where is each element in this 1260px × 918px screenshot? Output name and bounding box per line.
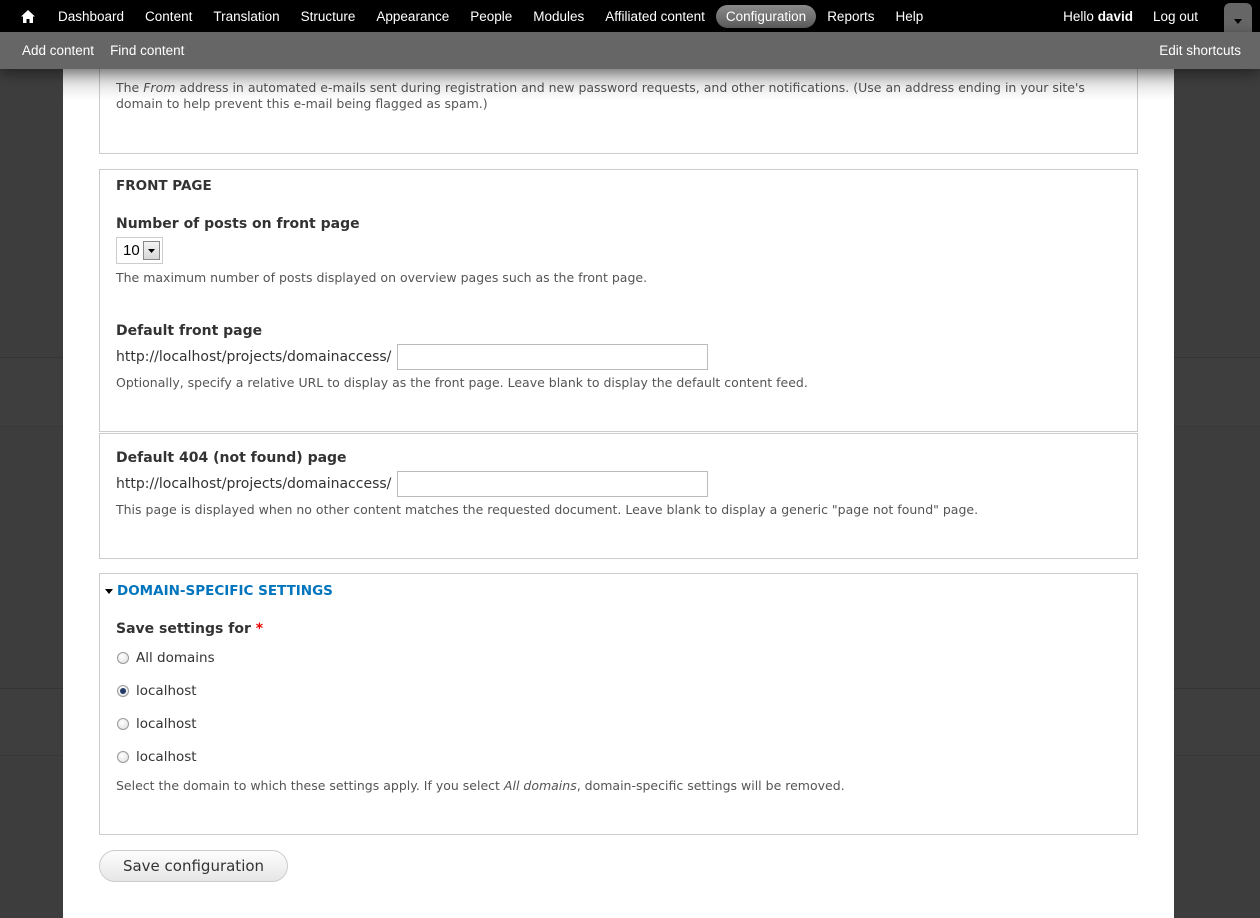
not-found-description: This page is displayed when no other con… xyxy=(116,502,979,517)
toolbar-item-configuration[interactable]: Configuration xyxy=(715,4,817,28)
posts-description: The maximum number of posts displayed on… xyxy=(116,270,648,285)
posts-label: Number of posts on front page xyxy=(116,216,360,232)
toolbar-item-appearance[interactable]: Appearance xyxy=(366,5,459,28)
user-greeting: Hello david xyxy=(1053,5,1143,28)
greeting-text: Hello xyxy=(1063,8,1098,24)
toolbar-item-structure[interactable]: Structure xyxy=(291,5,366,28)
front-page-fieldset: FRONT PAGE Number of posts on front page… xyxy=(99,169,1138,432)
toolbar-item-content[interactable]: Content xyxy=(135,5,202,28)
default-front-label: Default front page xyxy=(116,323,263,339)
url-prefix: http://localhost/projects/domainaccess/ xyxy=(116,476,392,492)
save-configuration-button[interactable]: Save configuration xyxy=(99,850,288,882)
toolbar-item-dashboard[interactable]: Dashboard xyxy=(48,5,134,28)
default-front-description: Optionally, specify a relative URL to di… xyxy=(116,375,808,390)
chevron-down-icon xyxy=(143,241,160,260)
domain-settings-fieldset: DOMAIN-SPECIFIC SETTINGS Save settings f… xyxy=(99,573,1138,835)
username[interactable]: david xyxy=(1098,9,1133,24)
edit-shortcuts-link[interactable]: Edit shortcuts xyxy=(1159,43,1241,58)
toolbar-item-affiliated-content[interactable]: Affiliated content xyxy=(595,5,715,28)
required-marker: * xyxy=(255,621,264,637)
default-front-row: http://localhost/projects/domainaccess/ xyxy=(116,344,709,370)
url-prefix: http://localhost/projects/domainaccess/ xyxy=(116,349,392,365)
shortcuts-toggle-button[interactable] xyxy=(1224,3,1252,35)
not-found-row: http://localhost/projects/domainaccess/ xyxy=(116,471,709,497)
domain-settings-description: Select the domain to which these setting… xyxy=(116,778,845,793)
domain-settings-legend: DOMAIN-SPECIFIC SETTINGS xyxy=(117,583,333,599)
toolbar-item-help[interactable]: Help xyxy=(885,5,933,28)
home-icon[interactable] xyxy=(18,6,38,26)
radio-button[interactable] xyxy=(117,652,129,664)
radio-button[interactable] xyxy=(117,718,129,730)
front-page-legend: FRONT PAGE xyxy=(116,178,212,194)
radio-button[interactable] xyxy=(117,751,129,763)
chevron-down-icon xyxy=(1234,12,1242,27)
radio-button-checked[interactable] xyxy=(117,685,129,697)
radio-option-all-domains[interactable]: All domains xyxy=(117,650,215,666)
radio-option-localhost-1[interactable]: localhost xyxy=(117,683,197,699)
shortcut-add-content[interactable]: Add content xyxy=(14,43,102,58)
logout-link[interactable]: Log out xyxy=(1143,5,1208,28)
posts-select[interactable]: 10 xyxy=(116,237,163,264)
radio-option-localhost-2[interactable]: localhost xyxy=(117,716,197,732)
toolbar-item-modules[interactable]: Modules xyxy=(523,5,594,28)
not-found-label: Default 404 (not found) page xyxy=(116,450,347,466)
not-found-input[interactable] xyxy=(397,471,709,497)
posts-select-value: 10 xyxy=(123,242,140,259)
domain-settings-toggle[interactable]: DOMAIN-SPECIFIC SETTINGS xyxy=(105,583,333,599)
triangle-down-icon xyxy=(105,588,113,594)
radio-option-localhost-3[interactable]: localhost xyxy=(117,749,197,765)
toolbar-item-people[interactable]: People xyxy=(460,5,522,28)
shortcut-find-content[interactable]: Find content xyxy=(102,43,192,58)
admin-toolbar: Dashboard Content Translation Structure … xyxy=(0,0,1260,35)
toolbar-item-reports[interactable]: Reports xyxy=(817,5,884,28)
shortcuts-bar: Add content Find content Edit shortcuts xyxy=(0,32,1260,69)
content-page: The From address in automated e-mails se… xyxy=(63,40,1174,918)
save-for-label: Save settings for * xyxy=(116,621,264,637)
toolbar-item-translation[interactable]: Translation xyxy=(203,5,289,28)
email-description: The From address in automated e-mails se… xyxy=(116,80,1085,111)
error-pages-fieldset: Default 404 (not found) page http://loca… xyxy=(99,433,1138,559)
default-front-input[interactable] xyxy=(397,344,709,370)
